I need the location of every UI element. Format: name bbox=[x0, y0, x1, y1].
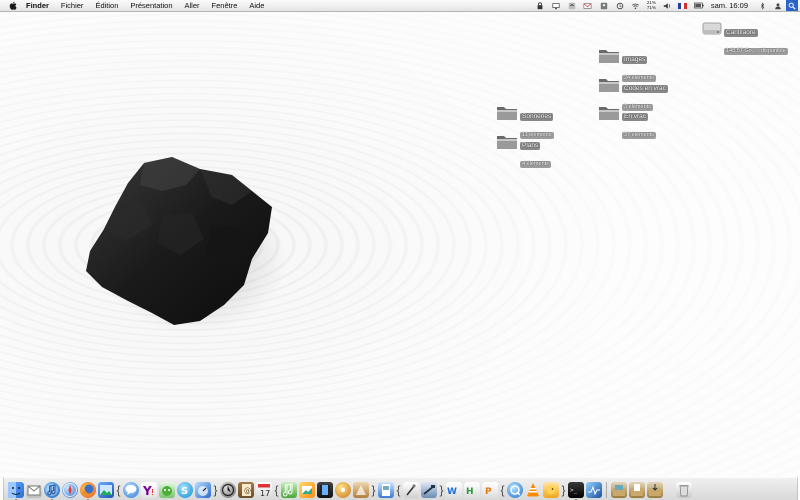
desktop-folder-plans[interactable]: Plans 4 éléments bbox=[496, 133, 551, 170]
wifi-icon[interactable] bbox=[631, 1, 641, 10]
menu-edition[interactable]: Édition bbox=[89, 0, 124, 11]
folder-name: En vrac bbox=[622, 113, 649, 121]
folder-icon bbox=[599, 50, 619, 63]
mail-icon[interactable] bbox=[583, 1, 593, 10]
folder-name: Plans bbox=[520, 142, 541, 150]
battery-icon[interactable] bbox=[693, 1, 704, 10]
time-machine-status-icon[interactable] bbox=[615, 1, 625, 10]
volume-icon[interactable] bbox=[662, 1, 672, 10]
svg-text:!: ! bbox=[151, 488, 154, 497]
iphoto-icon[interactable] bbox=[299, 481, 315, 498]
folder-name: Codes en vrac bbox=[622, 85, 668, 93]
dashboard-icon[interactable] bbox=[195, 481, 211, 498]
svg-text:W: W bbox=[447, 487, 457, 497]
skype-icon[interactable]: S bbox=[177, 481, 193, 498]
menu-fichier[interactable]: Fichier bbox=[55, 0, 90, 11]
apple-menu[interactable] bbox=[6, 0, 20, 11]
menu-fenetre[interactable]: Fenêtre bbox=[206, 0, 244, 11]
menu-aide[interactable]: Aide bbox=[243, 0, 270, 11]
desktop-drive-cantilaore[interactable]: Cantilaore 148,57 Go, ... disponible bbox=[702, 20, 788, 57]
apple-icon bbox=[9, 1, 17, 10]
dock-group-bracket-close-3: } bbox=[439, 482, 444, 497]
ical-icon[interactable]: 17 bbox=[256, 481, 272, 498]
dock-group-bracket-open-4: { bbox=[500, 482, 505, 497]
vlc-icon[interactable] bbox=[525, 482, 541, 498]
folder-name: Images bbox=[622, 56, 648, 64]
cpu-meter[interactable]: 21% 71% bbox=[646, 0, 656, 11]
folder-icon bbox=[599, 107, 619, 120]
itunes-icon[interactable] bbox=[44, 481, 60, 500]
wallpaper-rock bbox=[86, 157, 272, 325]
dock-group-bracket-close: } bbox=[213, 482, 218, 497]
display-icon[interactable] bbox=[551, 1, 561, 10]
ichat-icon[interactable] bbox=[123, 481, 139, 498]
menu-finder[interactable]: Finder bbox=[20, 0, 55, 11]
dock-group-bracket-close-4: } bbox=[561, 482, 566, 497]
desktop[interactable]: Cantilaore 148,57 Go, ... disponible Ima… bbox=[0, 0, 800, 500]
adium-icon[interactable] bbox=[159, 481, 175, 498]
trash-icon[interactable] bbox=[676, 481, 692, 498]
folder-icon bbox=[599, 79, 619, 92]
time-machine-icon[interactable] bbox=[220, 481, 236, 498]
dock-group-bracket-open-2: { bbox=[274, 482, 279, 497]
cpu-meter-bottom: 71% bbox=[646, 4, 656, 10]
dock-divider bbox=[606, 481, 607, 498]
fast-user-switch-icon[interactable] bbox=[773, 1, 783, 10]
activity-monitor-icon[interactable] bbox=[586, 481, 602, 498]
folder-icon bbox=[497, 136, 517, 149]
svg-text:P: P bbox=[485, 487, 492, 497]
flag-france-icon[interactable] bbox=[678, 1, 688, 10]
firefox-icon[interactable] bbox=[80, 481, 96, 500]
folder-count: 4 éléments bbox=[520, 161, 551, 168]
keynote-icon[interactable]: P bbox=[482, 481, 498, 498]
desktop-folder-en-vrac[interactable]: En vrac 37 éléments bbox=[598, 104, 656, 141]
svg-text:@: @ bbox=[244, 487, 251, 495]
idvd-icon[interactable] bbox=[335, 481, 351, 498]
downloads-stack-icon[interactable] bbox=[647, 481, 663, 498]
drive-name: Cantilaore bbox=[724, 29, 758, 37]
bluetooth-icon[interactable] bbox=[757, 1, 767, 10]
pages-icon[interactable]: H bbox=[464, 481, 480, 498]
documents-stack-icon[interactable] bbox=[629, 481, 645, 498]
wd-icon[interactable]: W bbox=[446, 481, 462, 498]
spotlight-button[interactable] bbox=[786, 0, 798, 11]
dock-group-bracket-open-3: { bbox=[396, 482, 401, 497]
dock-group-bracket-open: { bbox=[116, 482, 121, 497]
yahoo-icon[interactable]: Y! bbox=[141, 481, 157, 498]
safari-icon[interactable] bbox=[62, 481, 78, 498]
lock-icon[interactable] bbox=[535, 1, 545, 10]
drive-info: 148,57 Go, ... disponible bbox=[724, 48, 788, 55]
iweb-icon[interactable] bbox=[353, 481, 369, 498]
sync-icon[interactable] bbox=[567, 1, 577, 10]
svg-text:S: S bbox=[181, 486, 188, 497]
mail-stamp-icon[interactable] bbox=[26, 481, 42, 498]
script-editor-icon[interactable] bbox=[403, 481, 419, 498]
menubar-clock[interactable]: sam. 16:09 bbox=[707, 0, 754, 11]
applications-stack-icon[interactable] bbox=[611, 481, 627, 498]
svg-text:H: H bbox=[466, 487, 474, 497]
folder-icon bbox=[497, 107, 517, 120]
menubar: Finder Fichier Édition Présentation Alle… bbox=[0, 0, 800, 12]
user-icon[interactable] bbox=[599, 1, 609, 10]
dock-group-bracket-close-2: } bbox=[371, 482, 376, 497]
spotlight-icon bbox=[788, 2, 796, 10]
menu-presentation[interactable]: Présentation bbox=[124, 0, 178, 11]
xcode-icon[interactable] bbox=[421, 481, 437, 498]
folder-name: Sonneries bbox=[520, 113, 554, 121]
folder-count: 37 éléments bbox=[622, 132, 656, 139]
photo-icon[interactable] bbox=[98, 481, 114, 498]
hard-drive-icon bbox=[702, 22, 722, 35]
dock: { Y! S } @ 17 { } {} W H P {} >_ bbox=[3, 477, 798, 500]
address-book-icon[interactable]: @ bbox=[238, 481, 254, 498]
terminal-icon[interactable]: >_ bbox=[568, 481, 584, 500]
finder-icon[interactable] bbox=[8, 481, 24, 500]
garageband-icon[interactable] bbox=[281, 481, 297, 498]
imovie-icon[interactable] bbox=[317, 481, 333, 498]
svg-text:>_: >_ bbox=[570, 487, 578, 494]
preview-icon[interactable] bbox=[378, 481, 394, 498]
svg-text:17: 17 bbox=[260, 489, 270, 498]
menu-aller[interactable]: Aller bbox=[179, 0, 206, 11]
quicktime-icon[interactable] bbox=[507, 481, 523, 498]
cyberduck-icon[interactable] bbox=[543, 481, 559, 498]
